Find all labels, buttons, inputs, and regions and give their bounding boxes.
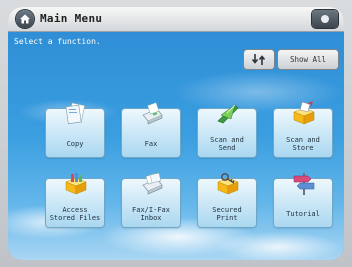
tile-label: Scan and Store <box>286 136 320 152</box>
title-bar: Main Menu <box>8 7 344 32</box>
access-stored-files-tile[interactable]: Access Stored Files <box>46 173 104 227</box>
secured-print-tile[interactable]: Secured Print <box>198 173 256 227</box>
tile-label: Access Stored Files <box>49 206 101 222</box>
tile-label: Fax/I-Fax Inbox <box>132 206 170 222</box>
fax-i-fax-inbox-tile[interactable]: Fax/I-Fax Inbox <box>122 172 180 227</box>
status-monitor-button[interactable] <box>312 10 338 28</box>
status-monitor-icon <box>321 15 329 23</box>
page-title: Main Menu <box>40 12 103 25</box>
fax-tile[interactable]: Fax <box>122 102 180 157</box>
tile-label: Fax <box>144 140 158 148</box>
device-frame: Main Menu Select a function. Show All Co… <box>0 0 352 267</box>
instruction-text: Select a function. <box>14 37 101 46</box>
main-menu-area: Select a function. Show All Copy Fax Sca… <box>8 32 344 260</box>
tile-label: Tutorial <box>286 210 320 218</box>
scan-and-send-tile[interactable]: Scan and Send <box>198 104 256 157</box>
fax-icon <box>142 102 163 125</box>
home-icon[interactable] <box>16 10 34 28</box>
access-stored-files-icon <box>65 173 87 195</box>
copy-tile[interactable]: Copy <box>46 102 104 157</box>
fax-inbox-icon <box>142 172 163 195</box>
tile-label: Secured Print <box>212 206 242 222</box>
touch-screen: Main Menu Select a function. Show All Co… <box>8 7 344 260</box>
swap-display-button[interactable] <box>244 50 274 69</box>
scan-and-store-icon <box>293 101 315 125</box>
swap-arrows-icon <box>252 54 266 65</box>
copy-icon <box>65 102 86 125</box>
tile-label: Scan and Send <box>210 136 244 152</box>
tile-label: Copy <box>66 140 84 148</box>
secured-print-icon <box>217 173 239 195</box>
tutorial-icon <box>293 173 315 195</box>
show-all-button[interactable]: Show All <box>278 50 338 69</box>
scan-and-store-tile[interactable]: Scan and Store <box>274 101 332 157</box>
tutorial-tile[interactable]: Tutorial <box>274 173 332 227</box>
scan-and-send-icon <box>217 104 239 124</box>
